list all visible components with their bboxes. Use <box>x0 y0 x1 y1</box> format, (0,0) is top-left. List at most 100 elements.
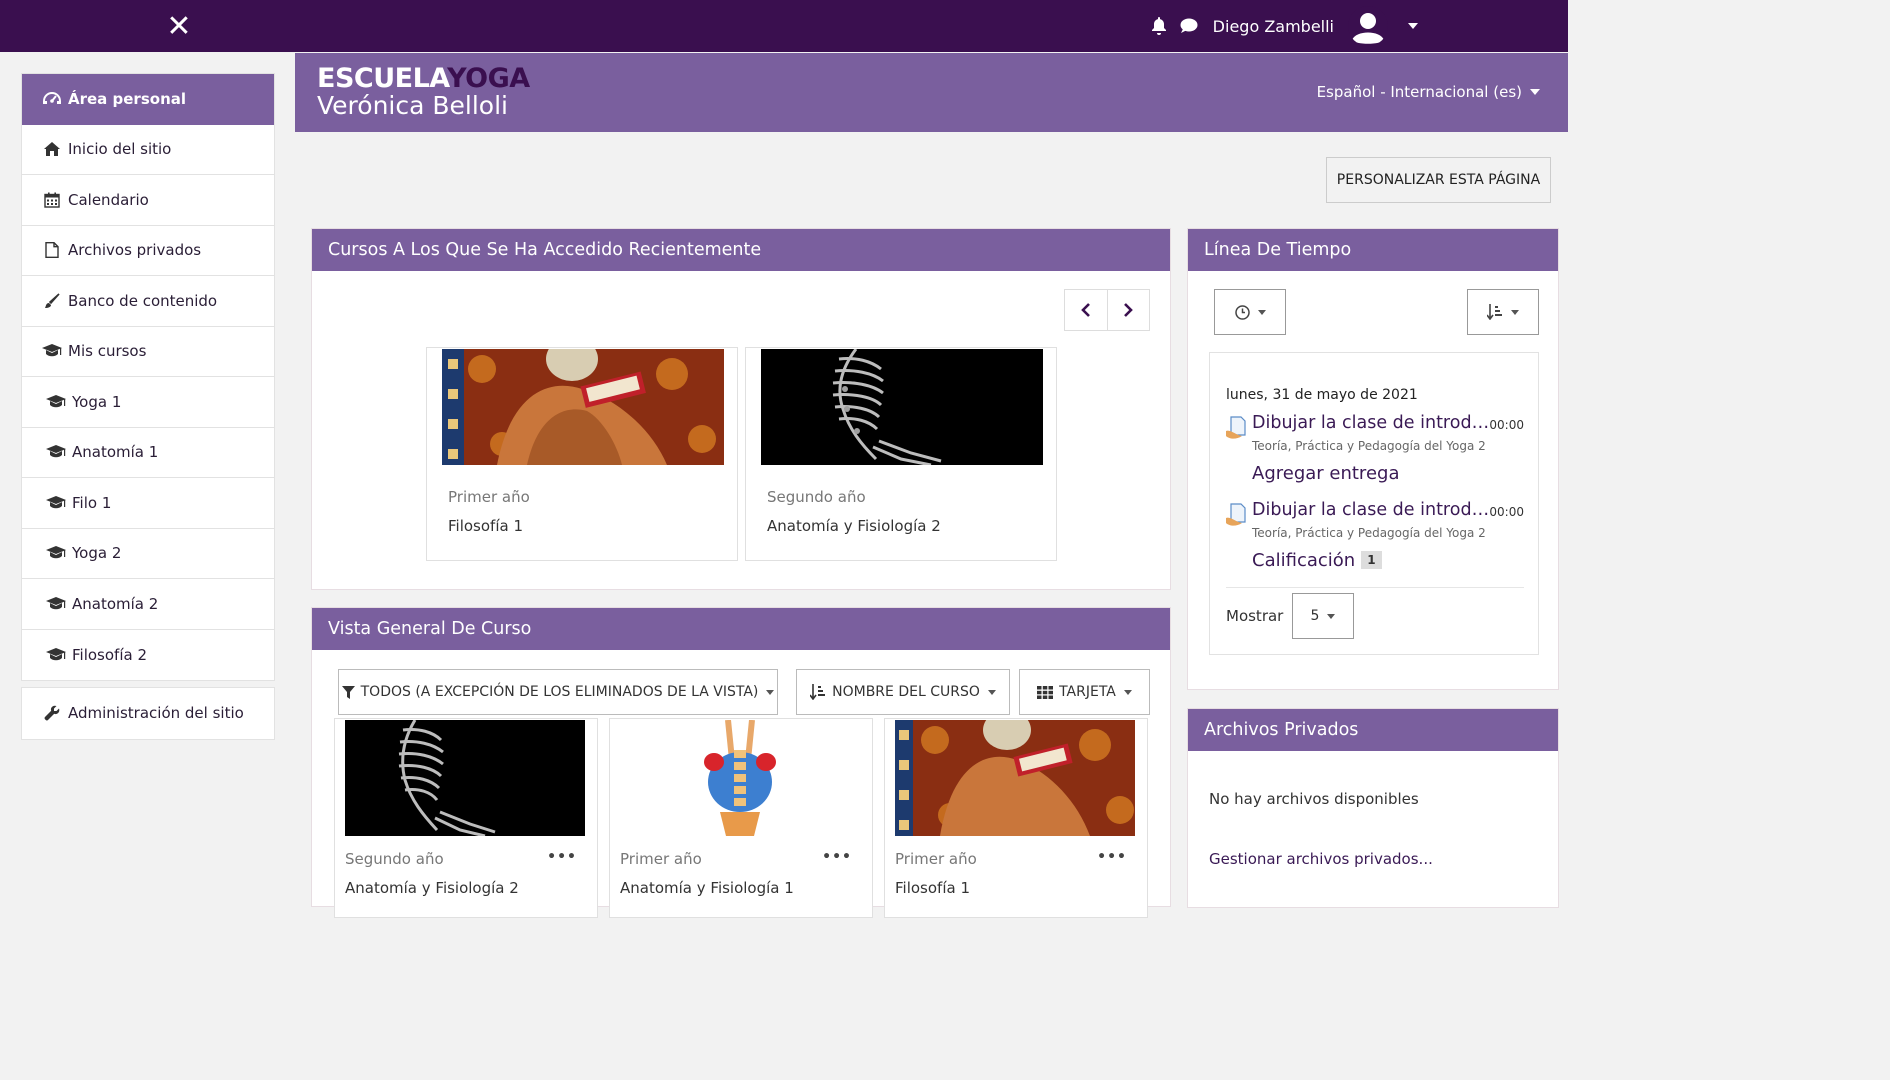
course-category: Segundo año <box>767 488 866 506</box>
sidebar-item-area-personal[interactable]: Área personal <box>22 74 274 125</box>
chevron-right-icon <box>1124 303 1134 317</box>
graduation-cap-icon <box>42 343 62 359</box>
next-button[interactable] <box>1108 290 1150 330</box>
sidebar-item-yoga-1[interactable]: Yoga 1 <box>22 377 274 428</box>
event-time: 00:00 <box>1489 505 1524 519</box>
sidebar-nav: Área personal Inicio del sitio Calendari… <box>21 73 275 681</box>
event-action-label: Calificación <box>1252 550 1356 571</box>
course-name[interactable]: Filosofía 1 <box>895 879 970 897</box>
timeline-list: lunes, 31 de mayo de 2021 Dibujar la cla… <box>1209 352 1539 655</box>
caret-down-icon <box>1327 613 1336 619</box>
caret-down-icon <box>1257 309 1266 315</box>
course-card[interactable]: Segundo año Anatomía y Fisiología 2 <box>745 347 1057 561</box>
sidebar-item-filo-1[interactable]: Filo 1 <box>22 478 274 529</box>
skeleton-image <box>345 720 585 836</box>
caret-down-icon <box>1530 89 1540 95</box>
filter-dropdown[interactable]: TODOS (A EXCEPCIÓN DE LOS ELIMINADOS DE … <box>338 669 778 715</box>
user-name[interactable]: Diego Zambelli <box>1213 17 1334 36</box>
event-action-link[interactable]: Agregar entrega <box>1252 463 1399 484</box>
course-card[interactable]: Primer año Filosofía 1 <box>426 347 738 561</box>
more-options-icon[interactable]: ••• <box>547 849 577 865</box>
chevron-left-icon <box>1080 303 1090 317</box>
close-icon[interactable]: ✕ <box>164 12 194 42</box>
course-card[interactable]: Segundo año ••• Anatomía y Fisiología 2 <box>334 718 598 918</box>
caret-down-icon[interactable] <box>1408 23 1418 29</box>
home-icon <box>42 141 62 157</box>
recent-courses-block: Cursos A Los Que Se Ha Accedido Reciente… <box>311 228 1171 590</box>
dashboard-icon <box>42 91 62 107</box>
event-title[interactable]: Dibujar la clase de introducción <box>1252 500 1492 520</box>
view-dropdown[interactable]: TARJETA <box>1019 669 1150 715</box>
brush-icon <box>42 293 62 309</box>
timeline-block: Línea De Tiempo lunes, 31 de mayo de 202… <box>1187 228 1559 690</box>
spine-image <box>620 720 860 836</box>
sidebar-item-banco-contenido[interactable]: Banco de contenido <box>22 276 274 327</box>
sidebar-item-label: Anatomía 2 <box>72 594 159 613</box>
timeline-filter-button[interactable] <box>1214 289 1286 335</box>
site-logo[interactable]: ESCUELAYOGA Verónica Belloli <box>317 65 530 118</box>
page-size-select[interactable]: 5 <box>1292 593 1354 639</box>
sort-icon <box>810 684 826 700</box>
bell-icon[interactable] <box>1149 16 1169 36</box>
timeline-date: lunes, 31 de mayo de 2021 <box>1226 387 1418 403</box>
graduation-cap-icon <box>46 647 66 663</box>
sort-label: NOMBRE DEL CURSO <box>832 684 980 700</box>
sidebar-item-inicio[interactable]: Inicio del sitio <box>22 125 274 175</box>
event-action-link[interactable]: Calificación 1 <box>1252 550 1382 571</box>
clock-icon <box>1234 304 1250 320</box>
count-badge: 1 <box>1361 551 1382 569</box>
course-category: Primer año <box>895 850 977 868</box>
graduation-cap-icon <box>46 444 66 460</box>
course-category: Primer año <box>448 488 530 506</box>
sidebar: Área personal Inicio del sitio Calendari… <box>21 73 275 740</box>
more-options-icon[interactable]: ••• <box>1097 849 1127 865</box>
course-name[interactable]: Anatomía y Fisiología 2 <box>767 517 941 535</box>
sidebar-item-anatomia-2[interactable]: Anatomía 2 <box>22 579 274 630</box>
graduation-cap-icon <box>46 495 66 511</box>
sidebar-item-label: Filo 1 <box>72 493 112 512</box>
manage-files-link[interactable]: Gestionar archivos privados... <box>1209 850 1433 868</box>
sidebar-item-label: Archivos privados <box>68 241 202 260</box>
event-course: Teoría, Práctica y Pedagogía del Yoga 2 <box>1252 526 1486 540</box>
course-name[interactable]: Anatomía y Fisiología 2 <box>345 879 519 897</box>
sidebar-item-archivos-privados[interactable]: Archivos privados <box>22 226 274 276</box>
assignment-icon <box>1224 415 1250 441</box>
caret-down-icon <box>1123 689 1132 695</box>
course-name[interactable]: Anatomía y Fisiología 1 <box>620 879 794 897</box>
block-title: Archivos Privados <box>1188 709 1558 751</box>
language-selector[interactable]: Español - Internacional (es) <box>1317 83 1540 101</box>
avatar[interactable] <box>1348 6 1388 46</box>
divider <box>1226 587 1524 588</box>
sidebar-item-yoga-2[interactable]: Yoga 2 <box>22 529 274 579</box>
filter-label: TODOS (A EXCEPCIÓN DE LOS ELIMINADOS DE … <box>360 684 759 700</box>
course-name[interactable]: Filosofía 1 <box>448 517 523 535</box>
customize-page-button[interactable]: PERSONALIZAR ESTA PÁGINA <box>1326 157 1551 203</box>
chat-icon[interactable] <box>1179 16 1199 36</box>
logo-text-a: ESCUELA <box>317 63 448 94</box>
course-card[interactable]: Primer año ••• Anatomía y Fisiología 1 <box>609 718 873 918</box>
sidebar-item-label: Yoga 1 <box>72 392 122 411</box>
sidebar-item-anatomia-1[interactable]: Anatomía 1 <box>22 428 274 478</box>
language-label: Español - Internacional (es) <box>1316 83 1522 101</box>
prev-button[interactable] <box>1065 290 1108 330</box>
event-title[interactable]: Dibujar la clase de introducción <box>1252 413 1492 433</box>
graduation-cap-icon <box>46 596 66 612</box>
course-card[interactable]: Primer año ••• Filosofía 1 <box>884 718 1148 918</box>
sidebar-item-label: Yoga 2 <box>72 544 122 563</box>
view-label: TARJETA <box>1059 684 1116 700</box>
sidebar-admin: Administración del sitio <box>21 687 275 740</box>
timeline-sort-button[interactable] <box>1467 289 1539 335</box>
sidebar-item-filosofia-2[interactable]: Filosofía 2 <box>22 630 274 681</box>
user-menu: Diego Zambelli <box>1149 0 1418 52</box>
sidebar-item-calendario[interactable]: Calendario <box>22 175 274 226</box>
graduation-cap-icon <box>46 394 66 410</box>
sort-dropdown[interactable]: NOMBRE DEL CURSO <box>796 669 1010 715</box>
sidebar-item-label: Anatomía 1 <box>72 443 159 462</box>
more-options-icon[interactable]: ••• <box>822 849 852 865</box>
graduation-cap-icon <box>46 545 66 561</box>
sidebar-item-administracion[interactable]: Administración del sitio <box>22 688 274 739</box>
site-header: ESCUELAYOGA Verónica Belloli Español - I… <box>295 53 1568 132</box>
sidebar-item-label: Filosofía 2 <box>72 645 147 664</box>
sidebar-item-mis-cursos[interactable]: Mis cursos <box>22 327 274 377</box>
meditation-image <box>442 349 724 465</box>
